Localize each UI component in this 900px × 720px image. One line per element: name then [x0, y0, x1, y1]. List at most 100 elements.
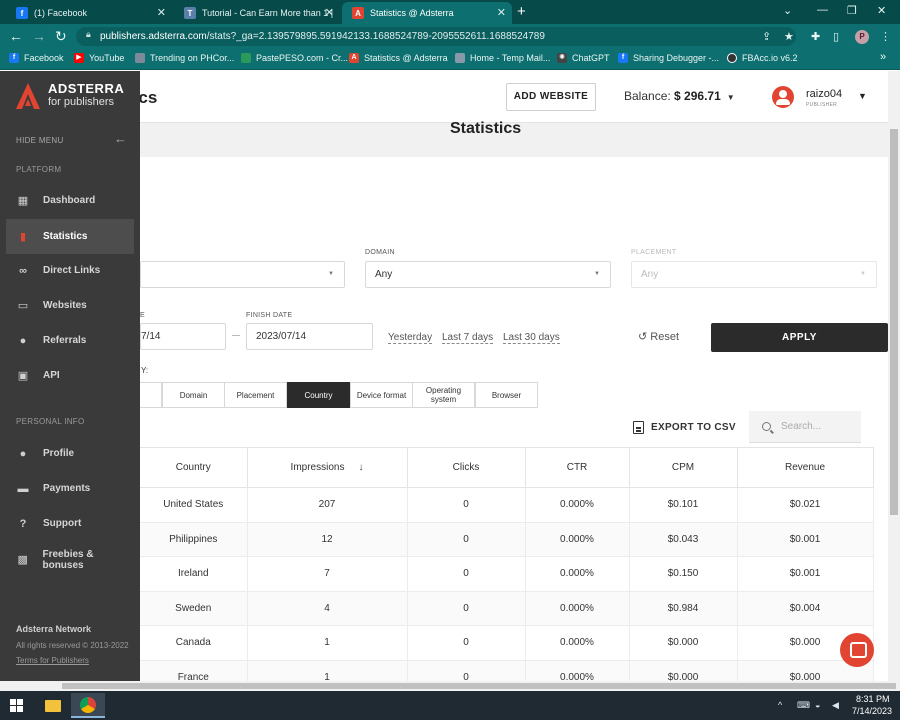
close-tab-icon[interactable]: ✕	[157, 6, 166, 19]
add-website-button[interactable]: ADD WEBSITE	[506, 83, 596, 111]
column-header-cpm[interactable]: CPM	[628, 447, 738, 488]
adsterra-logo-icon[interactable]	[16, 83, 40, 109]
group-tab-device-format[interactable]: Device format	[350, 382, 413, 408]
taskbar-time[interactable]: 8:31 PM	[856, 694, 890, 704]
bookmark-adsterra[interactable]: A Statistics @ Adsterra	[349, 53, 448, 63]
sidebar-item-label: Dashboard	[43, 195, 96, 206]
file-explorer-icon[interactable]	[36, 693, 70, 718]
close-tab-icon[interactable]: ✕	[325, 6, 334, 19]
reload-icon[interactable]: ↻	[55, 28, 67, 45]
column-header-country[interactable]: Country	[140, 447, 248, 488]
arrow-left-icon[interactable]: ←	[114, 131, 127, 146]
user-menu-caret-icon[interactable]: ▼	[858, 91, 867, 101]
terminal-icon: ▣	[17, 370, 29, 382]
group-tab-partial[interactable]	[140, 382, 162, 408]
sidebar-item-dashboard[interactable]: ▦ Dashboard	[6, 183, 134, 218]
page-scrollbar-thumb[interactable]	[890, 129, 898, 515]
close-window-icon[interactable]: ✕	[877, 4, 886, 17]
horizontal-scrollbar-thumb[interactable]	[62, 683, 896, 689]
hide-menu-button[interactable]: HIDE MENU	[16, 136, 64, 145]
group-tab-browser[interactable]: Browser	[475, 382, 538, 408]
domain-select[interactable]: Any ▼	[365, 261, 611, 288]
tray-chevron-icon[interactable]: ^	[778, 700, 782, 710]
column-header-ctr[interactable]: CTR	[524, 447, 630, 488]
username[interactable]: raizo04	[806, 88, 842, 100]
sidebar: ADSTERRA for publishers HIDE MENU ← PLAT…	[0, 71, 140, 681]
start-date-input[interactable]: 7/14	[140, 323, 226, 350]
bookmark-star-icon[interactable]: ★	[784, 30, 794, 43]
group-tab-domain[interactable]: Domain	[162, 382, 225, 408]
placement-select[interactable]: Any ▼	[631, 261, 877, 288]
new-tab-icon[interactable]: +	[517, 3, 526, 20]
browser-tab-tutorial[interactable]: T Tutorial - Can Earn More than 1 | ✕	[174, 2, 340, 24]
sidebar-item-direct-links[interactable]: ∞ Direct Links	[6, 253, 134, 288]
bookmark-fbacc[interactable]: FBAcc.io v6.2	[727, 53, 798, 63]
reset-icon: ↺	[638, 331, 648, 343]
bookmark-tempmail[interactable]: Home - Temp Mail...	[455, 53, 550, 63]
share-icon[interactable]: ⇪	[762, 30, 771, 43]
taskbar-date[interactable]: 7/14/2023	[852, 706, 892, 716]
group-tab-country[interactable]: Country	[287, 382, 350, 408]
column-header-clicks[interactable]: Clicks	[406, 447, 526, 488]
chat-support-icon[interactable]	[840, 633, 874, 667]
column-header-impressions[interactable]: Impressions ↓	[246, 447, 408, 488]
close-tab-icon[interactable]: ✕	[497, 6, 506, 19]
extensions-icon[interactable]: ✚	[811, 30, 820, 43]
forward-icon[interactable]: →	[32, 28, 46, 44]
more-bookmarks-icon[interactable]: »	[880, 51, 886, 63]
sidebar-item-support[interactable]: ? Support	[6, 506, 134, 541]
tab-title: Tutorial - Can Earn More than 1 |	[202, 8, 334, 18]
apply-button[interactable]: APPLY	[711, 323, 888, 352]
bookmark-chatgpt[interactable]: ✺ ChatGPT	[557, 53, 610, 63]
bookmark-facebook[interactable]: f Facebook	[9, 53, 64, 63]
back-icon[interactable]: ←	[9, 28, 23, 44]
tab-search-icon[interactable]: ⌄	[783, 4, 792, 17]
column-label: Impressions	[290, 462, 345, 473]
sidebar-item-websites[interactable]: ▭ Websites	[6, 288, 134, 323]
side-panel-icon[interactable]: ▯	[833, 30, 839, 43]
bookmark-youtube[interactable]: ▶ YouTube	[74, 53, 124, 63]
reset-button[interactable]: ↺ Reset	[638, 330, 679, 343]
browser-menu-icon[interactable]: ⋮	[880, 30, 891, 43]
network-icon[interactable]: ◒	[815, 700, 820, 710]
balance-dropdown[interactable]: Balance: $ 296.71 ▼	[624, 89, 735, 103]
cell-ctr: 0.000%	[524, 590, 630, 626]
bookmark-sharing-debugger[interactable]: f Sharing Debugger -...	[618, 53, 719, 63]
bookmarks-bar: f Facebook ▶ YouTube Trending on PHCor... …	[0, 49, 900, 70]
finish-date-input[interactable]: 2023/07/14	[246, 323, 373, 350]
cell-impressions: 12	[246, 521, 408, 557]
url-field[interactable]: publishers.adsterra.com/stats?_ga=2.1395…	[76, 27, 796, 46]
quick-range-last-7-days[interactable]: Last 7 days	[442, 332, 494, 344]
column-header-revenue[interactable]: Revenue	[736, 447, 874, 488]
sidebar-item-profile[interactable]: ● Profile	[6, 436, 134, 471]
windows-start-icon[interactable]	[10, 699, 24, 713]
bookmark-label: YouTube	[89, 53, 125, 63]
website-select[interactable]: ▼	[140, 261, 345, 288]
minimize-icon[interactable]: —	[817, 4, 828, 16]
export-csv-button[interactable]: EXPORT TO CSV	[633, 421, 736, 434]
sidebar-item-statistics[interactable]: ▮ Statistics	[6, 219, 134, 254]
bookmark-pastepeso[interactable]: PastePESO.com - Cr...	[241, 53, 348, 63]
quick-range-yesterday[interactable]: Yesterday	[388, 332, 433, 344]
cell-ctr: 0.000%	[524, 625, 630, 661]
volume-icon[interactable]: ◀	[832, 700, 839, 711]
balance-label: Balance:	[624, 89, 671, 103]
lock-icon[interactable]: 🔒︎	[86, 29, 91, 40]
browser-tab-adsterra[interactable]: A Statistics @ Adsterra ✕	[342, 2, 512, 24]
bookmark-phcorner[interactable]: Trending on PHCor...	[135, 53, 234, 63]
sidebar-item-payments[interactable]: ▬ Payments	[6, 471, 134, 506]
sidebar-item-referrals[interactable]: ● Referrals	[6, 323, 134, 358]
sidebar-item-api[interactable]: ▣ API	[6, 358, 134, 393]
group-tab-operating-system[interactable]: Operating system	[412, 382, 475, 408]
restore-icon[interactable]: ❐	[847, 4, 857, 17]
quick-range-last-30-days[interactable]: Last 30 days	[503, 332, 560, 344]
group-tab-placement[interactable]: Placement	[224, 382, 287, 408]
browser-tab-facebook[interactable]: f (1) Facebook ✕	[6, 2, 172, 24]
terms-link[interactable]: Terms for Publishers	[16, 656, 89, 665]
sidebar-item-freebies[interactable]: ▩ Freebies & bonuses	[6, 542, 134, 577]
chrome-taskbar-icon[interactable]	[71, 693, 105, 718]
cell-revenue: $0.021	[736, 487, 874, 523]
language-icon[interactable]: ⌨	[797, 700, 810, 711]
user-avatar-icon[interactable]	[772, 86, 794, 108]
browser-profile-avatar[interactable]: P	[855, 30, 869, 44]
